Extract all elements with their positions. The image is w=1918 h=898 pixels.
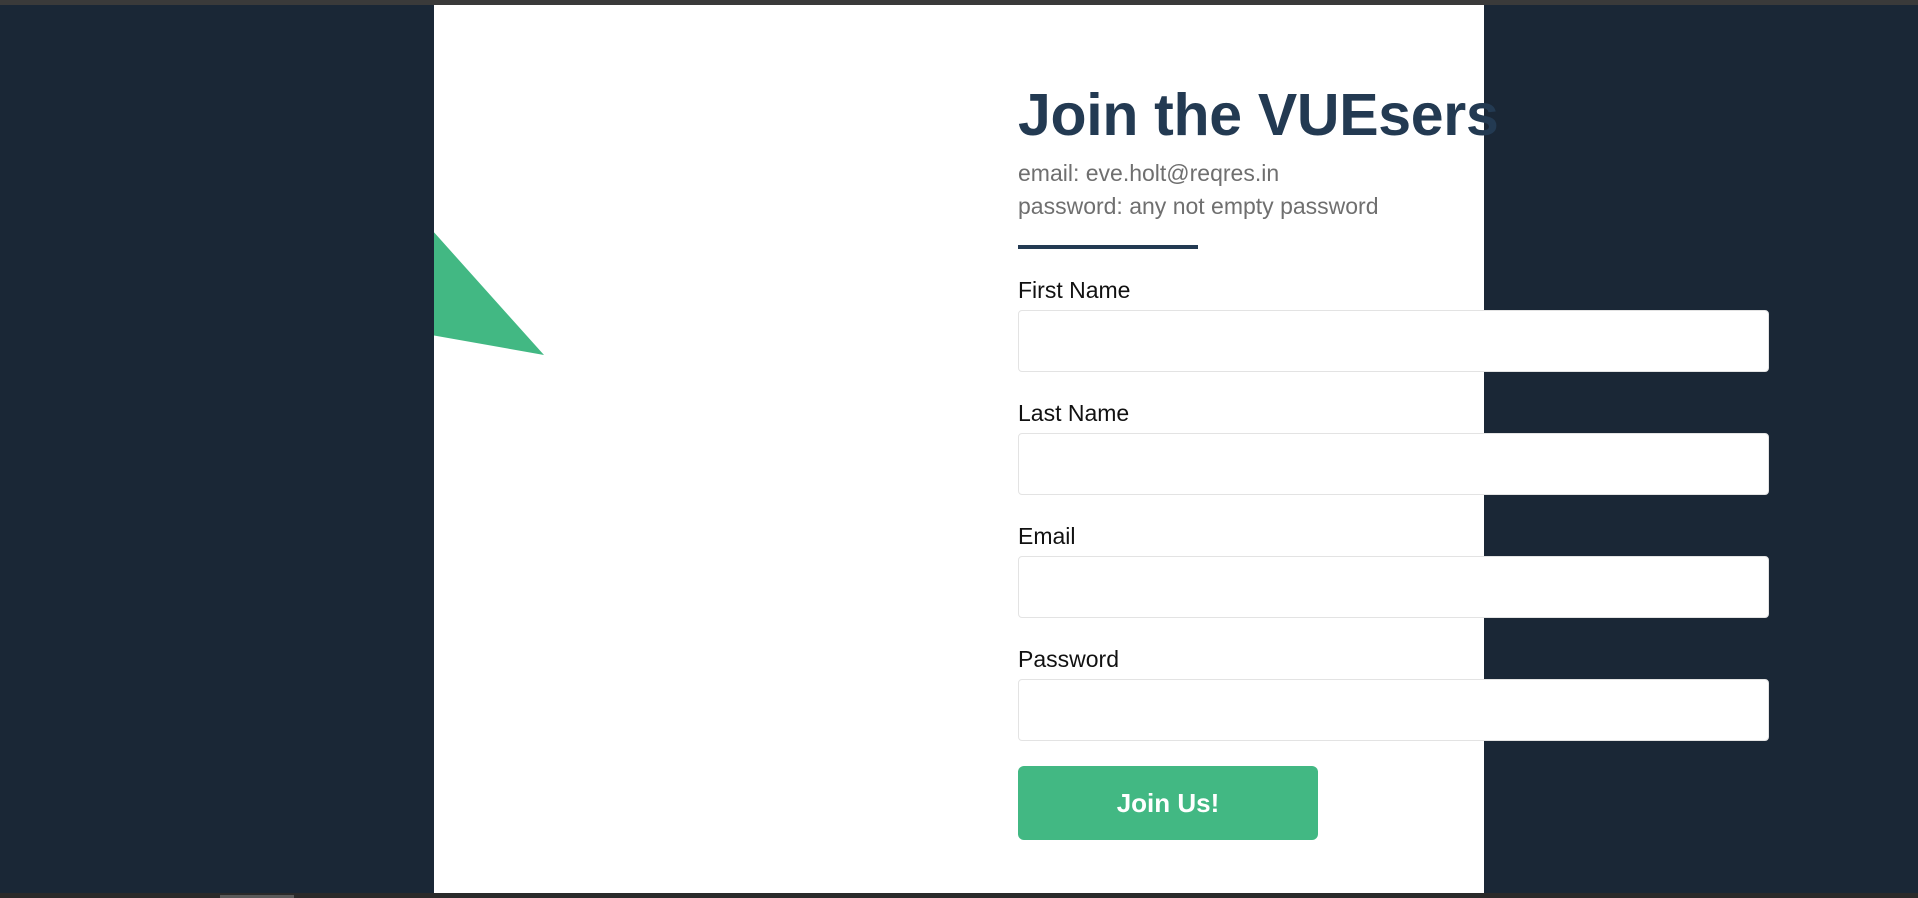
vue-logo-icon <box>434 232 544 355</box>
last-name-label: Last Name <box>1018 400 1130 426</box>
signup-form-area: Join the VUEsers email: eve.holt@reqres.… <box>1018 75 1770 840</box>
hint-email: email: eve.holt@reqres.in <box>1018 160 1280 186</box>
password-label: Password <box>1018 646 1119 672</box>
email-label: Email <box>1018 523 1076 549</box>
page-title: Join the VUEsers <box>1018 82 1499 148</box>
first-name-input[interactable] <box>1018 310 1769 372</box>
email-input[interactable] <box>1018 556 1769 618</box>
hint-password: password: any not empty password <box>1018 193 1379 219</box>
title-divider <box>1018 245 1198 249</box>
join-us-button[interactable]: Join Us! <box>1018 766 1318 840</box>
last-name-input[interactable] <box>1018 433 1769 495</box>
password-input[interactable] <box>1018 679 1769 741</box>
signup-card: Join the VUEsers email: eve.holt@reqres.… <box>434 5 1769 895</box>
first-name-label: First Name <box>1018 277 1131 303</box>
